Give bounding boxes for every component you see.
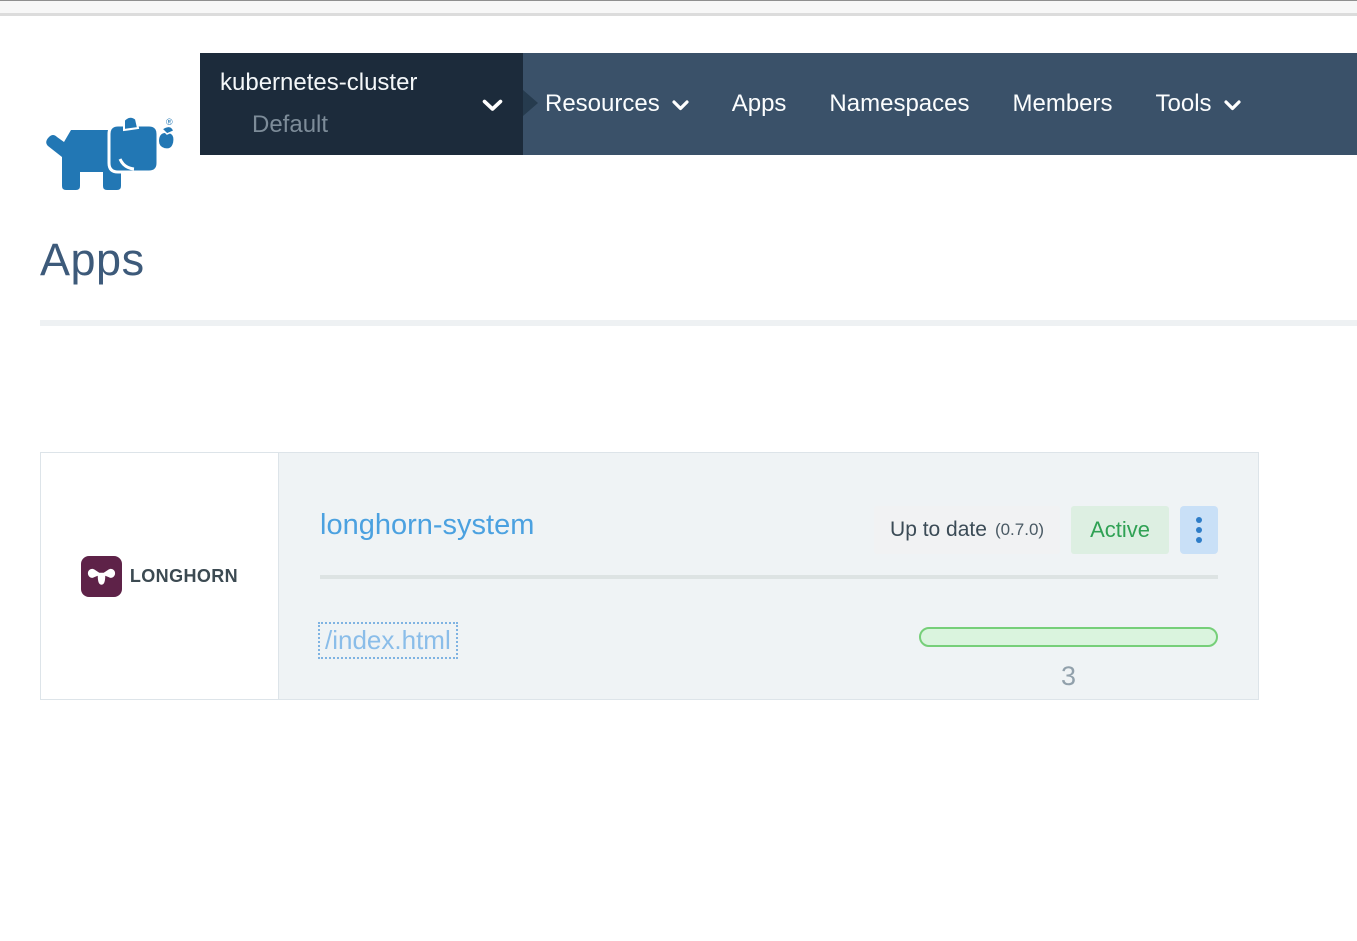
pod-count: 3 (1060, 661, 1077, 691)
navbar: ® kubernetes-cluster Default Resources A… (0, 53, 1357, 190)
nav-item-apps[interactable]: Apps (732, 90, 787, 118)
nav-item-label: Namespaces (829, 90, 970, 117)
chevron-down-icon (1223, 90, 1241, 118)
title-divider (40, 320, 1357, 326)
cluster-selector[interactable]: kubernetes-cluster Default (200, 53, 538, 155)
app-logo-pane: LONGHORN (41, 453, 279, 699)
nav-item-resources[interactable]: Resources (545, 90, 689, 118)
cluster-project: Default (252, 111, 329, 138)
nav-item-label: Members (1012, 90, 1113, 117)
chevron-down-icon (672, 90, 689, 118)
version-badge-number: (0.7.0) (994, 520, 1045, 539)
status-badge: Active (1071, 506, 1169, 554)
app-card-body: longhorn-system Up to date (0.7.0) Activ… (279, 453, 1258, 699)
rancher-logo[interactable]: ® (38, 115, 176, 197)
nav-item-members[interactable]: Members (1012, 90, 1112, 118)
kebab-menu-icon (1196, 517, 1202, 543)
nav-item-label: Resources (545, 90, 660, 117)
longhorn-bull-icon (80, 555, 122, 597)
workload-progress-bar (919, 627, 1218, 647)
nav-item-label: Apps (731, 90, 787, 117)
status-badge-label: Active (1090, 517, 1150, 542)
endpoint-link[interactable]: /index.html (318, 622, 458, 659)
card-divider (320, 575, 1218, 579)
chevron-down-icon (482, 99, 503, 117)
page-title: Apps (40, 234, 145, 285)
version-badge: Up to date (0.7.0) (874, 506, 1061, 554)
badge-row: Up to date (0.7.0) Active (874, 506, 1218, 554)
cluster-name: kubernetes-cluster (220, 69, 418, 96)
window-top-strip (0, 0, 1357, 16)
nav-menu: Resources Apps Namespaces Members Tools (545, 53, 1241, 155)
app-card-longhorn: LONGHORN longhorn-system Up to date (0.7… (40, 452, 1259, 700)
registered-mark: ® (166, 117, 173, 127)
nav-item-namespaces[interactable]: Namespaces (829, 90, 969, 118)
cluster-arrow-notch (523, 90, 538, 116)
nav-item-label: Tools (1155, 90, 1212, 117)
version-badge-label: Up to date (890, 518, 987, 541)
rancher-cow-icon: ® (46, 115, 176, 190)
app-name-link[interactable]: longhorn-system (320, 509, 534, 542)
longhorn-logo-text: LONGHORN (129, 565, 239, 586)
kebab-menu-button[interactable] (1180, 506, 1218, 554)
nav-item-tools[interactable]: Tools (1156, 90, 1241, 118)
longhorn-logo: LONGHORN (80, 555, 239, 597)
